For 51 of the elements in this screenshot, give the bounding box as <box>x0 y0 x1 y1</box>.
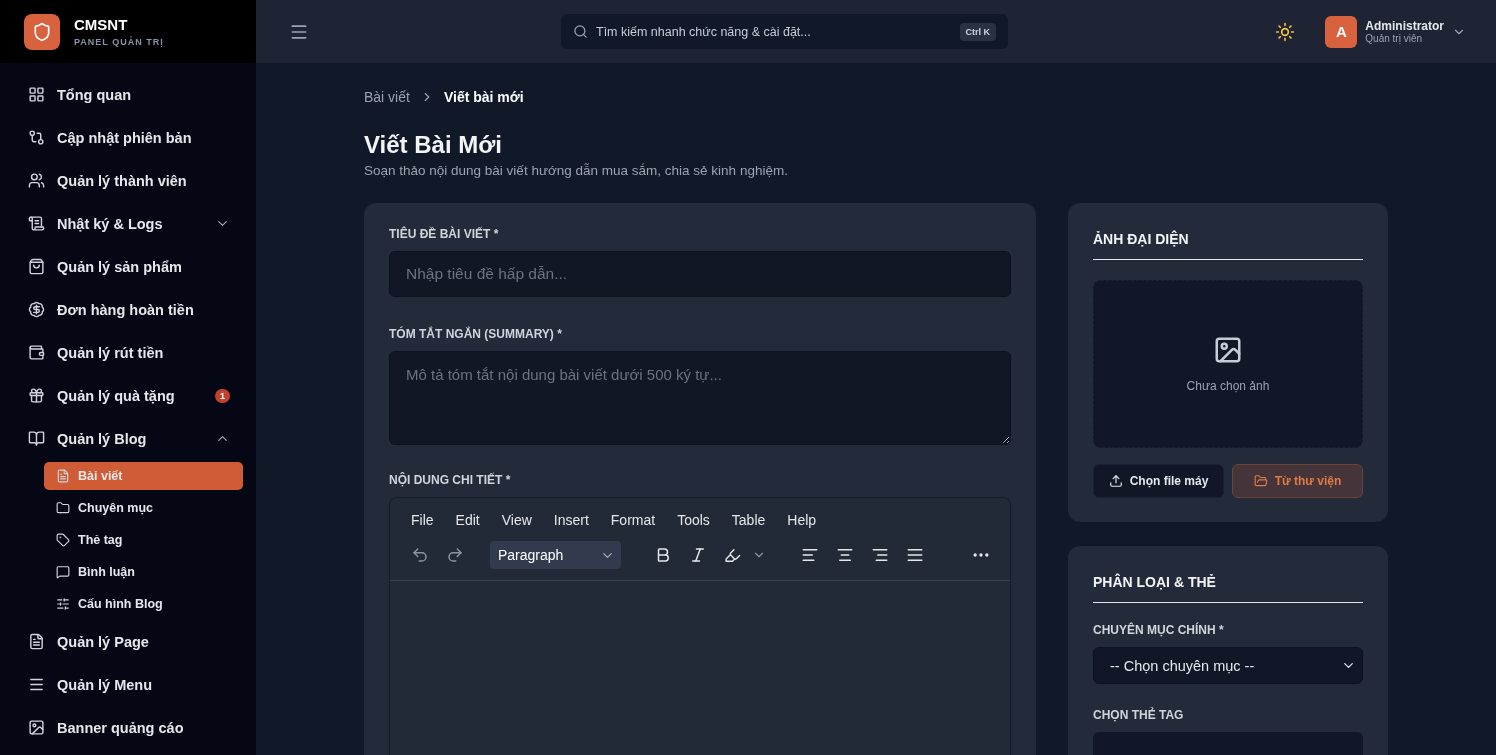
sidebar-item[interactable]: Quản lý thành viên <box>28 159 240 202</box>
sidebar-subitem[interactable]: Thẻ tag <box>44 526 243 554</box>
sidebar-item[interactable]: Cập nhật phiên bản <box>28 116 240 159</box>
sidebar-item[interactable]: Quản lý quà tặng 1 <box>28 374 240 417</box>
summary-textarea[interactable]: Mô tả tóm tắt nội dung bài viết dưới 500 ký tự... <box>389 351 1011 445</box>
sidebar-subitem[interactable]: Cấu hình Blog <box>44 590 243 618</box>
page-subtitle: Soạn thảo nội dung bài viết hướng dẫn mua sắm, chia sẻ kinh nghiệm. <box>364 163 789 178</box>
editor-menu-item[interactable]: View <box>490 512 543 528</box>
field-label: NỘI DUNG CHI TIẾT * <box>389 473 512 487</box>
user-name: Administrator <box>1365 19 1444 33</box>
sidebar-item[interactable]: Banner quảng cáo <box>28 706 240 749</box>
sidebar-item[interactable]: Đơn hàng hoàn tiền <box>28 288 240 331</box>
brand-name: CMSNT <box>74 16 129 33</box>
sidebar-item[interactable]: Quản lý sản phẩm <box>28 245 240 288</box>
search-field[interactable]: Tìm kiếm nhanh chức năng & cài đặt... Ctrl K <box>561 14 1008 49</box>
breadcrumb-link[interactable]: Bài viết <box>364 89 410 105</box>
rich-text-editor[interactable]: File Edit View Insert Format Tools Table Help Paragraph <box>389 497 1011 755</box>
editor-menu-item[interactable]: Format <box>599 512 667 528</box>
library-button[interactable]: Từ thư viện <box>1232 464 1363 498</box>
sidebar-subitem[interactable]: Chuyên mục <box>44 494 243 522</box>
category-select[interactable]: -- Chọn chuyên mục -- <box>1093 647 1363 684</box>
field-label: TÓM TẮT NGẮN (SUMMARY) * <box>389 327 563 341</box>
brand-subtitle: PANEL QUẢN TRỊ <box>74 37 164 47</box>
sidebar-item[interactable]: Nhật ký & Logs <box>28 202 240 245</box>
title-input[interactable]: Nhập tiêu đề hấp dẫn... <box>389 251 1011 297</box>
field-label: CHỌN THẺ TAG <box>1093 708 1185 722</box>
user-role: Quản trị viên <box>1365 33 1423 44</box>
field-label: CHUYÊN MỤC CHÍNH * <box>1093 623 1225 637</box>
sidebar-item[interactable]: Quản lý Menu <box>28 663 240 706</box>
field-label: TIÊU ĐỀ BÀI VIẾT * <box>389 227 500 241</box>
breadcrumb-current: Viết bài mới <box>443 89 524 105</box>
upload-button[interactable]: Chọn file máy <box>1093 464 1224 498</box>
editor-menu-item[interactable]: Help <box>776 512 828 528</box>
editor-menu-item[interactable]: File <box>400 512 445 528</box>
sidebar-item[interactable]: Quản lý Blog <box>28 417 240 460</box>
sidebar-item[interactable]: Tổng quan <box>28 73 240 116</box>
editor-menu-item[interactable]: Table <box>720 512 777 528</box>
sidebar-subitem[interactable]: Bình luận <box>44 558 243 586</box>
page-title: Viết Bài Mới <box>364 131 503 159</box>
sidebar-item[interactable]: Quản lý Page <box>28 620 240 663</box>
count-badge: 1 <box>215 388 230 403</box>
editor-menu-item[interactable]: Tools <box>666 512 721 528</box>
section-title: ẢNH ĐẠI DIỆN <box>1093 227 1363 260</box>
editor-menu-item[interactable]: Insert <box>542 512 600 528</box>
section-title: PHÂN LOẠI & THẺ <box>1093 570 1363 603</box>
block-format-select[interactable]: Paragraph <box>490 541 621 569</box>
shortcut-key: Ctrl K <box>959 22 996 41</box>
user-avatar[interactable]: A <box>1325 15 1358 48</box>
image-dropzone[interactable]: Chưa chọn ảnh <box>1093 280 1363 448</box>
editor-menu-item[interactable]: Edit <box>444 512 491 528</box>
sidebar-item[interactable]: Quản lý rút tiền <box>28 331 240 374</box>
